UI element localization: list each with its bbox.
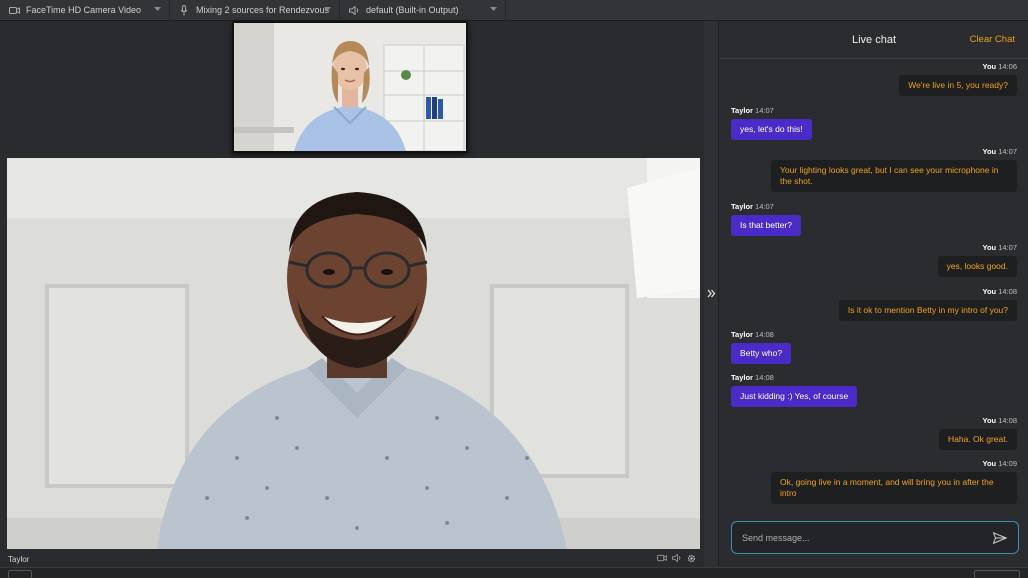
chat-message-incoming: Taylor 14:08 Betty who? [731,329,792,364]
message-sender: You [982,459,997,468]
message-bubble: Betty who? [731,343,792,364]
message-meta: Taylor 14:08 [731,329,791,340]
bottom-left-control[interactable] [8,570,32,578]
message-time: 14:08 [755,373,774,382]
message-time: 14:09 [998,459,1017,468]
chat-message-outgoing: You 14:07 Your lighting looks great, but … [771,146,1017,192]
send-icon[interactable] [992,530,1008,546]
collapse-chat-handle[interactable] [704,21,718,567]
chat-message-outgoing: You 14:08 Haha. Ok great. [938,415,1017,450]
message-bubble: yes, let's do this! [731,119,812,140]
bottom-bar [0,567,1028,578]
message-bubble: Is it ok to mention Betty in my intro of… [838,300,1017,321]
camera-select[interactable]: FaceTime HD Camera Video [0,0,170,21]
message-input[interactable] [742,532,992,543]
message-time: 14:07 [755,106,774,115]
gear-icon[interactable] [687,554,696,565]
message-composer [731,521,1019,554]
output-select[interactable]: default (Built-in Output) [340,0,506,21]
microphone-select[interactable]: Mixing 2 sources for Rendezvous [170,0,340,21]
message-sender: You [982,243,997,252]
participant-name-label: Taylor [8,554,30,564]
message-meta: You 14:09 [771,458,1017,469]
double-chevron-right-icon [707,285,716,303]
message-time: 14:07 [998,147,1017,156]
message-bubble: We're live in 5, you ready? [899,75,1017,96]
chat-message-outgoing: You 14:08 Is it ok to mention Betty in my… [838,286,1017,321]
speaker-icon [348,4,360,16]
chat-message-outgoing: You 14:09 Ok, going live in a moment, and… [771,458,1017,504]
bottom-right-control[interactable] [974,570,1020,578]
camera-select-label: FaceTime HD Camera Video [26,5,142,15]
main-video-frame [7,158,700,549]
app-window: FaceTime HD Camera Video Mixing 2 source… [0,0,1028,578]
message-bubble: Your lighting looks great, but I can see… [771,160,1017,192]
message-meta: You 14:07 [771,146,1017,157]
chat-message-outgoing: You 14:07 yes, looks good. [937,242,1017,277]
chat-message-incoming: Taylor 14:07 Is that better? [731,201,801,236]
message-sender: You [982,62,997,71]
message-list: You 14:06 We're live in 5, you ready? Tayl… [719,61,1028,519]
clear-chat-button[interactable]: Clear Chat [970,34,1015,45]
message-meta: Taylor 14:07 [731,105,812,116]
chat-panel: Live chat Clear Chat You 14:06 We're live… [718,21,1028,567]
chevron-down-icon [323,6,331,14]
chevron-down-icon [153,6,161,14]
message-bubble: Haha. Ok great. [938,429,1017,450]
message-bubble: yes, looks good. [937,256,1017,277]
message-meta: You 14:06 [899,61,1017,72]
pip-video[interactable] [232,21,468,153]
chevron-down-icon [489,6,497,14]
pip-video-frame [234,23,466,151]
message-meta: Taylor 14:08 [731,372,857,383]
message-sender: Taylor [731,330,753,339]
video-footer: Taylor [0,551,704,567]
message-sender: Taylor [731,373,753,382]
message-time: 14:08 [998,287,1017,296]
message-bubble: Just kidding :) Yes, of course [731,386,858,407]
microphone-select-label: Mixing 2 sources for Rendezvous [196,5,330,15]
camera-icon[interactable] [657,554,667,564]
chat-message-incoming: Taylor 14:07 yes, let's do this! [731,105,812,140]
message-meta: Taylor 14:07 [731,201,801,212]
device-bar: FaceTime HD Camera Video Mixing 2 source… [0,0,1028,21]
message-sender: Taylor [731,106,753,115]
message-bubble: Ok, going live in a moment, and will bri… [771,472,1017,504]
video-area: Taylor [0,21,704,567]
camera-icon [8,4,20,16]
message-bubble: Is that better? [731,215,801,236]
message-sender: You [982,287,997,296]
chat-message-outgoing: You 14:06 We're live in 5, you ready? [899,61,1017,96]
output-select-label: default (Built-in Output) [366,5,459,15]
speaker-icon[interactable] [672,553,682,564]
video-controls [657,553,696,565]
message-time: 14:07 [998,243,1017,252]
main-video[interactable] [7,158,700,549]
microphone-icon [178,4,190,16]
chat-message-incoming: Taylor 14:08 Just kidding :) Yes, of cour… [731,372,858,407]
message-time: 14:06 [998,62,1017,71]
chat-header: Live chat Clear Chat [719,21,1028,59]
message-meta: You 14:08 [939,415,1017,426]
message-sender: You [982,416,997,425]
message-sender: You [982,147,997,156]
message-time: 14:08 [998,416,1017,425]
message-time: 14:07 [755,202,774,211]
message-time: 14:08 [755,330,774,339]
message-sender: Taylor [731,202,753,211]
message-meta: You 14:07 [938,242,1017,253]
message-meta: You 14:08 [839,286,1017,297]
